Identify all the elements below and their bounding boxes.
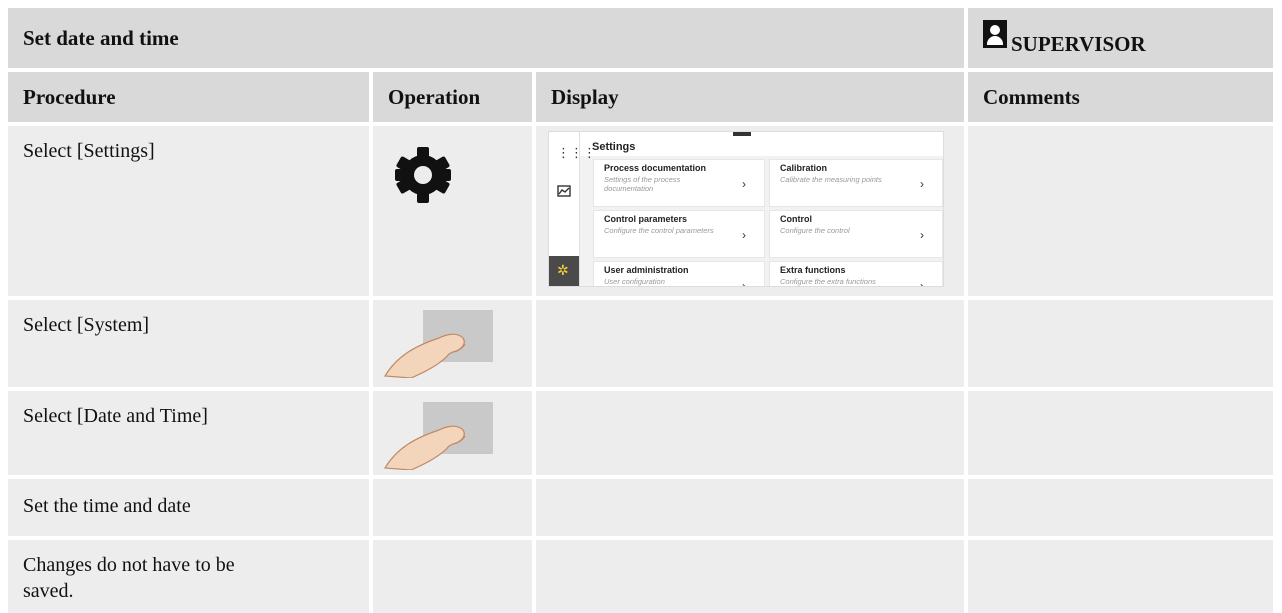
settings-tile: Process documentation Settings of the pr… — [593, 159, 765, 207]
column-header-label: Display — [551, 84, 619, 109]
column-header-label: Operation — [388, 84, 481, 109]
column-header-label: Comments — [983, 84, 1080, 109]
settings-tile: Extra functions Configure the extra func… — [769, 261, 943, 287]
procedure-text: Select [System] — [23, 314, 150, 336]
column-header-display: Display — [536, 72, 964, 122]
table-title: Set date and time — [8, 8, 964, 68]
settings-gear-icon: ✲ — [557, 262, 569, 278]
procedure-text: Select [Date and Time] — [23, 405, 208, 427]
column-header-label: Procedure — [23, 84, 116, 109]
table-row-comments — [968, 300, 1273, 387]
column-header-operation: Operation — [373, 72, 532, 122]
role-label: SUPERVISOR — [1011, 31, 1146, 56]
tile-title: Extra functions — [780, 265, 846, 275]
table-row-comments — [968, 540, 1273, 613]
chevron-right-icon: › — [742, 177, 746, 191]
apps-grid-icon: ⋮⋮⋮ — [557, 145, 596, 160]
settings-tile: Calibration Calibrate the measuring poin… — [769, 159, 943, 207]
table-row-comments — [968, 479, 1273, 536]
touch-hand-icon — [383, 310, 493, 378]
chevron-right-icon: › — [742, 279, 746, 287]
table-row-display — [536, 540, 964, 613]
sidebar-item-settings: ✲ — [549, 256, 579, 286]
settings-tile: Control Configure the control › — [769, 210, 943, 258]
role-cell: SUPERVISOR — [968, 8, 1273, 68]
sidebar: ⋮⋮⋮ ✲ — [549, 132, 596, 286]
table-row-procedure: Set the time and date — [8, 479, 369, 536]
chevron-right-icon: › — [920, 228, 924, 242]
procedure-text: Changes do not have to be saved. — [23, 554, 235, 602]
table-row-comments — [968, 391, 1273, 475]
tile-desc: Configure the extra functions — [780, 277, 876, 286]
column-header-procedure: Procedure — [8, 72, 369, 122]
chart-icon — [557, 184, 571, 198]
chevron-right-icon: › — [920, 279, 924, 287]
tile-title: Process documentation — [604, 163, 707, 173]
settings-tile: Control parameters Configure the control… — [593, 210, 765, 258]
tile-desc: Calibrate the measuring points — [780, 175, 882, 184]
chevron-right-icon: › — [742, 228, 746, 242]
table-row-procedure: Select [System] — [8, 300, 369, 387]
tile-title: Control parameters — [604, 214, 688, 224]
procedure-text: Set the time and date — [23, 495, 191, 517]
tile-desc: User configuration — [604, 277, 665, 286]
column-header-comments: Comments — [968, 72, 1273, 122]
tile-title: User administration — [604, 265, 689, 275]
settings-tile: User administration User configuration › — [593, 261, 765, 287]
tile-desc: Configure the control — [780, 226, 850, 235]
tile-desc: Configure the control parameters — [604, 226, 714, 235]
table-row-display — [536, 300, 964, 387]
touch-hand-icon — [383, 402, 493, 470]
table-row-display — [536, 479, 964, 536]
tile-title: Calibration — [780, 163, 828, 173]
tile-title: Control — [780, 214, 812, 224]
procedure-text: Select [Settings] — [23, 140, 155, 162]
gear-icon — [395, 147, 451, 203]
page-title: Set date and time — [23, 25, 179, 50]
table-row-procedure: Select [Date and Time] — [8, 391, 369, 475]
settings-title: Settings — [592, 141, 636, 153]
settings-screenshot: ⋮⋮⋮ ✲ Settings Process documentation Set… — [548, 131, 944, 287]
user-icon — [983, 20, 1007, 48]
table-row-comments — [968, 126, 1273, 296]
tile-desc: Settings of the process documentation — [604, 175, 681, 194]
table-row-operation — [373, 540, 532, 613]
table-row-procedure: Changes do not have to be saved. — [8, 540, 369, 613]
chevron-right-icon: › — [920, 177, 924, 191]
table-row-procedure: Select [Settings] — [8, 126, 369, 296]
table-row-display — [536, 391, 964, 475]
table-row-operation — [373, 479, 532, 536]
handle-bar — [733, 132, 751, 136]
